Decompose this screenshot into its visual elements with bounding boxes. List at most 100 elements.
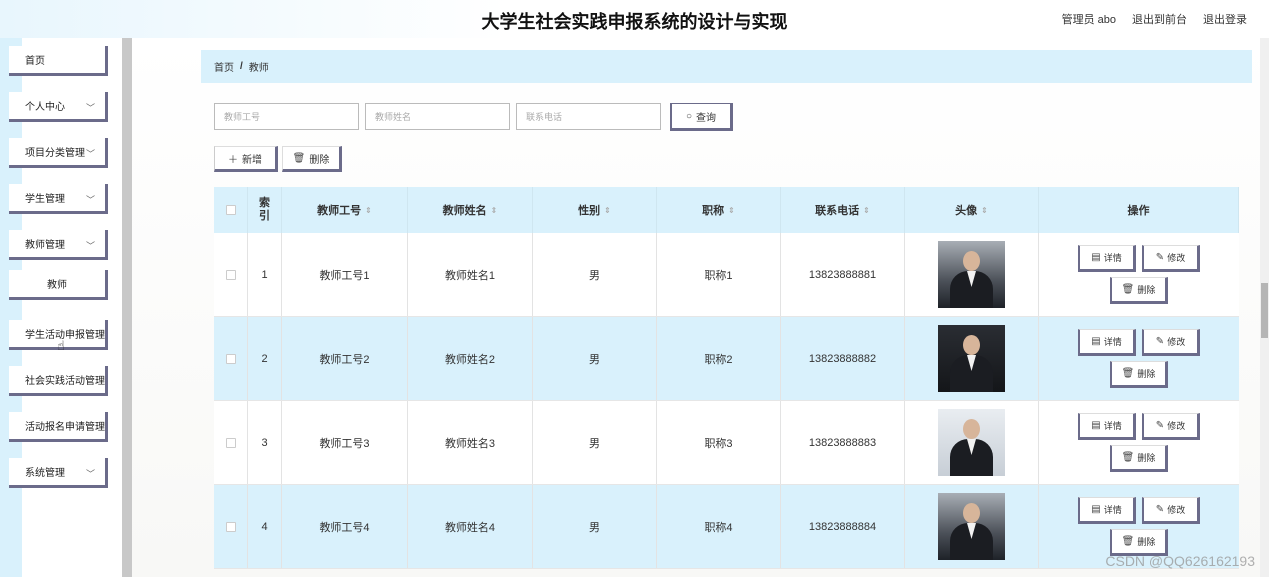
- teacher-avatar[interactable]: [938, 241, 1005, 308]
- row-phone: 13823888884: [781, 485, 905, 568]
- placeholder-text: 联系电话: [526, 112, 563, 122]
- header-index: 索引: [248, 187, 282, 233]
- sidebar-item-label: 首页: [25, 56, 45, 67]
- sidebar-subitem-teacher[interactable]: 教师: [9, 270, 108, 300]
- edit-button[interactable]: ✎ 修改: [1142, 413, 1200, 440]
- detail-button[interactable]: ▤ 详情: [1078, 245, 1136, 272]
- header-phone[interactable]: 联系电话 ⇕: [781, 187, 905, 233]
- query-button[interactable]: ○ 查询: [670, 103, 733, 131]
- watermark: CSDN @QQ626162193: [1105, 553, 1255, 569]
- trash-icon: 🗑: [1121, 452, 1135, 463]
- sidebar-scrollbar[interactable]: [122, 38, 132, 577]
- row-title: 职称2: [657, 317, 781, 400]
- row-title: 职称3: [657, 401, 781, 484]
- placeholder-text: 教师工号: [224, 112, 261, 122]
- teacher-avatar[interactable]: [938, 493, 1005, 560]
- logout-link[interactable]: 退出登录: [1203, 11, 1247, 27]
- table-header: 索引 教师工号 ⇕ 教师姓名 ⇕ 性别 ⇕ 职称 ⇕ 联系电话 ⇕ 头像 ⇕ 操作: [214, 187, 1239, 233]
- sidebar-item-system-management[interactable]: 系统管理 ﹀: [9, 458, 108, 488]
- header-title[interactable]: 职称 ⇕: [657, 187, 781, 233]
- select-all-checkbox[interactable]: [225, 205, 236, 215]
- sidebar-item-student-management[interactable]: 学生管理 ﹀: [9, 184, 108, 214]
- sidebar-item-teacher-management[interactable]: 教师管理 ﹀: [9, 230, 108, 260]
- row-index: 4: [248, 485, 282, 568]
- delete-button[interactable]: 🗑 删除: [1110, 445, 1168, 472]
- search-icon: ○: [685, 110, 693, 122]
- row-title: 职称1: [657, 233, 781, 316]
- sidebar-item-home[interactable]: 首页: [9, 46, 108, 76]
- row-teacher-id: 教师工号1: [282, 233, 408, 316]
- delete-button[interactable]: 🗑 删除: [1110, 529, 1168, 556]
- chevron-down-icon: ﹀: [85, 469, 95, 479]
- placeholder-text: 教师姓名: [375, 112, 412, 122]
- back-to-front-link[interactable]: 退出到前台: [1132, 11, 1187, 27]
- sort-icon[interactable]: ⇕: [863, 206, 870, 215]
- add-button-label: 新增: [242, 154, 262, 166]
- hand-cursor-icon: ☝: [57, 338, 65, 353]
- row-checkbox[interactable]: [225, 353, 236, 364]
- query-button-label: 查询: [696, 112, 717, 124]
- sidebar-item-label: 个人中心: [25, 102, 65, 113]
- row-gender: 男: [533, 485, 657, 568]
- delete-button[interactable]: 🗑 删除: [1110, 277, 1168, 304]
- sidebar-item-project-category[interactable]: 项目分类管理 ﹀: [9, 138, 108, 168]
- document-icon: ▤: [1091, 336, 1101, 347]
- sidebar-item-label: 活动报名申请管理: [25, 422, 105, 433]
- document-icon: ▤: [1091, 252, 1101, 263]
- row-checkbox[interactable]: [225, 437, 236, 448]
- scrollbar-thumb[interactable]: [1261, 283, 1268, 338]
- batch-delete-button[interactable]: 🗑 删除: [282, 146, 342, 172]
- sidebar-item-label: 社会实践活动管理: [25, 376, 105, 387]
- delete-button[interactable]: 🗑 删除: [1110, 361, 1168, 388]
- page-scrollbar[interactable]: [1260, 38, 1269, 577]
- row-phone: 13823888881: [781, 233, 905, 316]
- table-row: 1 教师工号1 教师姓名1 男 职称1 13823888881 ▤ 详情 ✎ 修改 …: [214, 233, 1239, 317]
- teacher-name-search-input[interactable]: 教师姓名: [365, 103, 510, 130]
- row-checkbox[interactable]: [225, 269, 236, 280]
- chevron-down-icon: ﹀: [85, 149, 95, 159]
- pencil-icon: ✎: [1155, 336, 1165, 347]
- sidebar-item-label: 系统管理: [25, 468, 65, 479]
- detail-button[interactable]: ▤ 详情: [1078, 413, 1136, 440]
- row-index: 1: [248, 233, 282, 316]
- teacher-table: 索引 教师工号 ⇕ 教师姓名 ⇕ 性别 ⇕ 职称 ⇕ 联系电话 ⇕ 头像 ⇕ 操作 1 教师…: [214, 187, 1239, 569]
- table-row: 2 教师工号2 教师姓名2 男 职称2 13823888882 ▤ 详情 ✎ 修改 …: [214, 317, 1239, 401]
- edit-button[interactable]: ✎ 修改: [1142, 245, 1200, 272]
- chevron-down-icon: ﹀: [85, 103, 95, 113]
- add-button[interactable]: ＋ 新增: [214, 146, 278, 172]
- sort-icon[interactable]: ⇕: [728, 206, 735, 215]
- header-avatar[interactable]: 头像 ⇕: [905, 187, 1039, 233]
- select-all-cell: [214, 187, 248, 233]
- edit-button[interactable]: ✎ 修改: [1142, 329, 1200, 356]
- sidebar-item-label: 学生管理: [25, 194, 65, 205]
- header-teacher-name[interactable]: 教师姓名 ⇕: [408, 187, 533, 233]
- header-teacher-id[interactable]: 教师工号 ⇕: [282, 187, 408, 233]
- sidebar-item-activity-signup[interactable]: 活动报名申请管理: [9, 412, 108, 442]
- breadcrumb-home[interactable]: 首页: [214, 59, 234, 74]
- pencil-icon: ✎: [1155, 252, 1165, 263]
- trash-icon: 🗑: [1121, 536, 1135, 547]
- sort-icon[interactable]: ⇕: [604, 206, 611, 215]
- header-gender[interactable]: 性别 ⇕: [533, 187, 657, 233]
- sidebar-item-social-practice[interactable]: 社会实践活动管理: [9, 366, 108, 396]
- teacher-avatar[interactable]: [938, 325, 1005, 392]
- row-index: 3: [248, 401, 282, 484]
- row-teacher-id: 教师工号3: [282, 401, 408, 484]
- chevron-down-icon: ﹀: [85, 195, 95, 205]
- trash-icon: 🗑: [292, 152, 306, 164]
- phone-search-input[interactable]: 联系电话: [516, 103, 661, 130]
- teacher-id-search-input[interactable]: 教师工号: [214, 103, 359, 130]
- sort-icon[interactable]: ⇕: [365, 206, 372, 215]
- sort-icon[interactable]: ⇕: [491, 206, 498, 215]
- detail-button[interactable]: ▤ 详情: [1078, 329, 1136, 356]
- detail-button[interactable]: ▤ 详情: [1078, 497, 1136, 524]
- teacher-avatar[interactable]: [938, 409, 1005, 476]
- row-teacher-id: 教师工号4: [282, 485, 408, 568]
- row-checkbox[interactable]: [225, 521, 236, 532]
- row-teacher-name: 教师姓名2: [408, 317, 533, 400]
- breadcrumb: 首页 / 教师: [201, 50, 1252, 83]
- edit-button[interactable]: ✎ 修改: [1142, 497, 1200, 524]
- sidebar-item-personal-center[interactable]: 个人中心 ﹀: [9, 92, 108, 122]
- sidebar-item-label: 教师: [47, 280, 67, 291]
- sort-icon[interactable]: ⇕: [981, 206, 988, 215]
